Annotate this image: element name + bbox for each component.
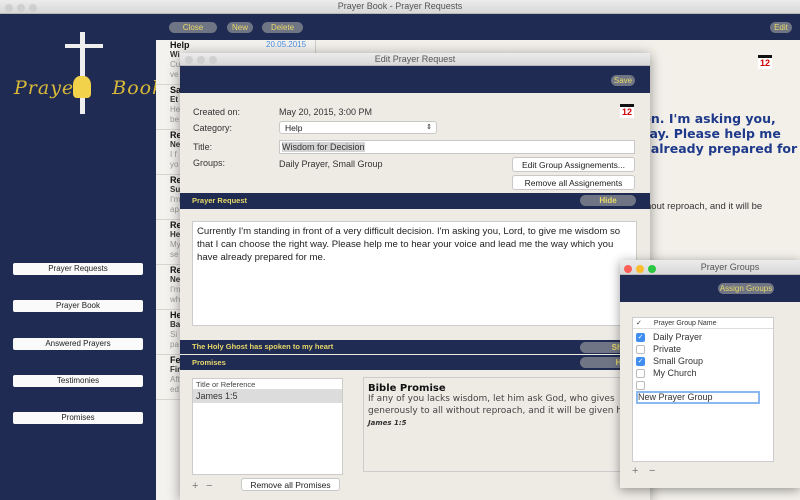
groups-value: Daily Prayer, Small Group <box>279 159 383 169</box>
groups-header: Assign Groups <box>620 275 800 302</box>
group-row[interactable]: ✓ Daily Prayer <box>633 331 773 343</box>
remove-group-button[interactable]: − <box>649 465 655 477</box>
group-checkbox[interactable]: ✓ <box>636 333 645 343</box>
bible-promise-reference: James 1:5 <box>368 419 407 427</box>
edit-group-assignments-button[interactable]: Edit Group Assignements... <box>512 157 635 172</box>
promises-section-bar: Promises Hide <box>180 355 650 370</box>
group-name: My Church <box>653 368 697 378</box>
dialog-titlebar: Edit Prayer Request <box>180 53 650 66</box>
groups-title: Prayer Groups <box>700 262 760 272</box>
promises-table[interactable]: Title or Reference James 1:5 <box>192 378 343 475</box>
toolbar: Close New Delete Edit <box>156 14 800 40</box>
remove-promise-button[interactable]: − <box>206 480 212 492</box>
sidebar-item-prayer-requests[interactable]: Prayer Requests <box>13 263 143 275</box>
main-titlebar: Prayer Book - Prayer Requests <box>0 0 800 14</box>
group-name: Private <box>653 344 682 354</box>
new-button[interactable]: New <box>227 22 253 33</box>
calendar-icon[interactable]: 12 <box>758 55 772 69</box>
praying-hands-icon <box>73 76 91 98</box>
delete-button[interactable]: Delete <box>262 22 303 33</box>
remove-all-assignments-button[interactable]: Remove all Assignements <box>512 175 635 190</box>
group-checkbox[interactable]: ✓ <box>636 357 645 367</box>
prayer-groups-window: Prayer Groups Assign Groups ✓ Prayer Grou… <box>620 260 800 488</box>
promise-row[interactable]: James 1:5 <box>193 390 342 403</box>
dialog-header: Save <box>180 66 650 93</box>
created-label: Created on: <box>193 107 241 117</box>
sidebar: Prayer Book Prayer Requests Prayer Book A… <box>0 14 164 500</box>
promise-column-header[interactable]: Title or Reference <box>193 379 342 390</box>
edit-button[interactable]: Edit <box>770 22 792 33</box>
sidebar-item-prayer-book[interactable]: Prayer Book <box>13 300 143 312</box>
created-value: May 20, 2015, 3:00 PM <box>279 107 373 117</box>
bible-promise-text: If any of you lacks wisdom, let him ask … <box>368 394 637 416</box>
name-column-header[interactable]: Prayer Group Name <box>654 320 717 327</box>
prayer-request-section-bar: Prayer Request Hide <box>180 193 650 209</box>
detail-prayer-text: ion. I'm asking you, way. Please help me e… <box>638 111 798 156</box>
check-column-header[interactable]: ✓ <box>636 320 642 327</box>
bible-promise-panel: Bible Promise If any of you lacks wisdom… <box>363 377 643 472</box>
add-promise-button[interactable]: + <box>192 480 198 492</box>
group-row[interactable]: ✓ Small Group <box>633 355 773 367</box>
calendar-icon[interactable]: 12 <box>620 104 634 118</box>
save-button[interactable]: Save <box>611 75 635 86</box>
holy-ghost-section-bar: The Holy Ghost has spoken to my heart Sh… <box>180 340 650 354</box>
groups-label: Groups: <box>193 158 226 168</box>
sidebar-item-promises[interactable]: Promises <box>13 412 143 424</box>
add-group-button[interactable]: + <box>632 465 638 477</box>
sidebar-item-answered-prayers[interactable]: Answered Prayers <box>13 338 143 350</box>
group-checkbox[interactable] <box>636 345 645 355</box>
remove-all-promises-button[interactable]: Remove all Promises <box>241 478 340 491</box>
assign-groups-button[interactable]: Assign Groups <box>718 283 774 294</box>
group-name: Daily Prayer <box>653 332 703 342</box>
window-title: Prayer Book - Prayer Requests <box>337 1 463 11</box>
prayer-textarea[interactable]: Currently I'm standing in front of a ver… <box>192 221 637 326</box>
category-select[interactable]: Help ⇕ <box>279 121 437 134</box>
cross-vertical <box>80 32 85 114</box>
dialog-title: Edit Prayer Request <box>374 54 456 64</box>
group-name[interactable]: New Prayer Group <box>636 391 760 404</box>
hide-prayer-button[interactable]: Hide <box>580 195 636 206</box>
category-label: Category: <box>193 123 233 133</box>
group-checkbox[interactable] <box>636 369 645 379</box>
chevron-updown-icon: ⇕ <box>426 124 432 131</box>
title-label: Title: <box>193 142 213 152</box>
item-date: 20.05.2015 <box>266 40 307 49</box>
edit-prayer-request-dialog: Edit Prayer Request Save Created on: May… <box>180 53 650 500</box>
sidebar-item-testimonies[interactable]: Testimonies <box>13 375 143 387</box>
group-row[interactable]: New Prayer Group <box>633 379 773 404</box>
title-input[interactable]: Wisdom for Decision <box>279 140 635 154</box>
bible-promise-title: Bible Promise <box>368 383 446 394</box>
groups-titlebar: Prayer Groups <box>620 260 800 275</box>
group-row[interactable]: Private <box>633 343 773 355</box>
groups-table[interactable]: ✓ Prayer Group Name ✓ Daily Prayer Private ✓… <box>632 317 774 462</box>
detail-promise-text: hout reproach, and it will be <box>646 201 763 212</box>
close-button[interactable]: Close <box>169 22 217 33</box>
group-row[interactable]: My Church <box>633 367 773 379</box>
group-name: Small Group <box>653 356 704 366</box>
group-checkbox[interactable] <box>636 381 645 391</box>
